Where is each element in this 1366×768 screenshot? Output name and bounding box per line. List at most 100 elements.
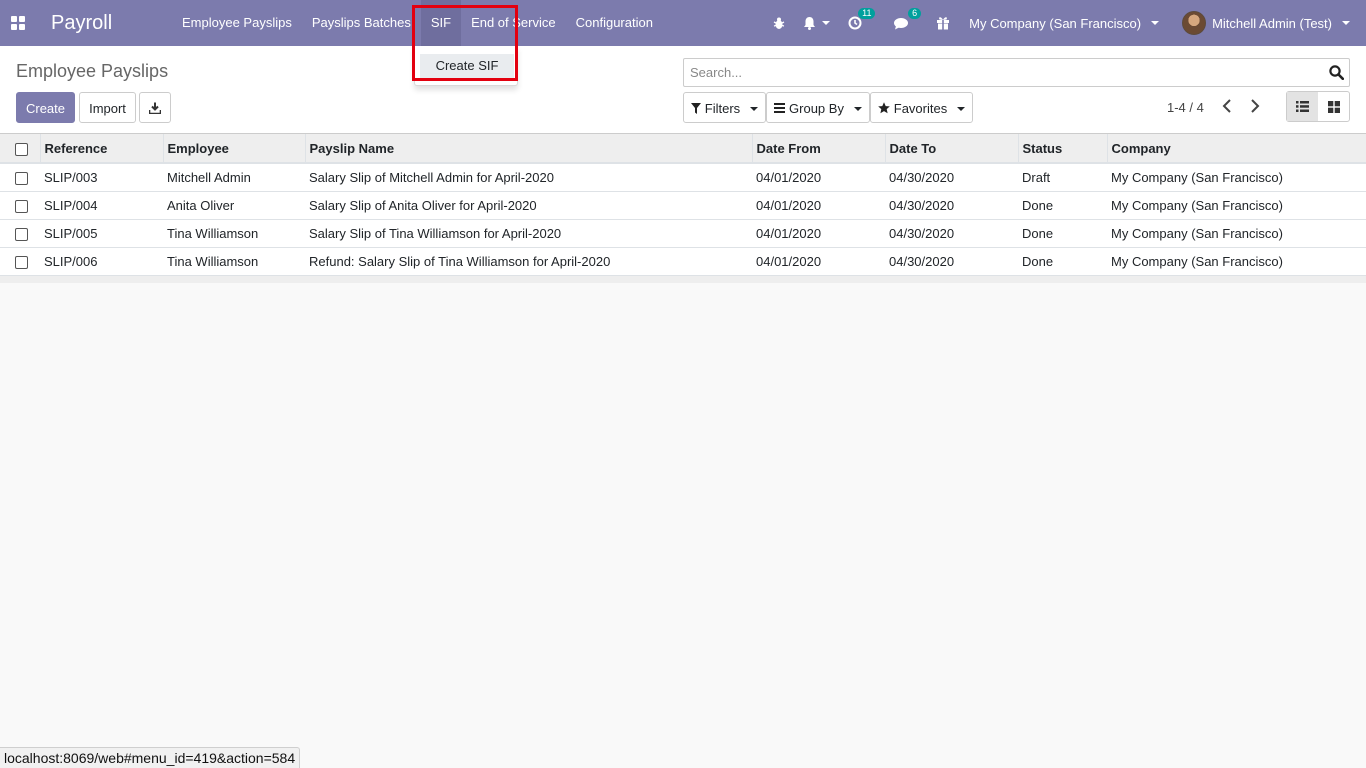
list-view-icon [1296,101,1309,112]
search-icon[interactable] [1329,65,1345,83]
list-view-button[interactable] [1287,92,1318,121]
messages-chat-icon[interactable]: 6 [885,0,927,46]
kanban-view-button[interactable] [1318,92,1349,121]
row-checkbox[interactable] [15,227,28,241]
column-header[interactable]: Payslip Name [304,134,752,163]
cell-reference: SLIP/006 [44,253,98,269]
user-menu[interactable]: Mitchell Admin (Test) [1173,0,1366,46]
cell-date-from: 04/01/2020 [756,225,822,241]
cell-status: Draft [1022,169,1051,185]
cell-employee: Tina Williamson [167,225,259,241]
notification-bell-icon[interactable] [794,0,839,46]
cell-date-from: 04/01/2020 [756,197,822,213]
browser-status-url: localhost:8069/web#menu_id=419&action=58… [0,747,301,768]
pager-value[interactable]: 1-4 / 4 [1167,100,1204,115]
column-header[interactable]: Date From [751,134,885,163]
cell-employee: Tina Williamson [167,253,259,269]
search-box [683,58,1350,87]
view-switcher [1286,91,1350,122]
group-by-label: Group By [789,101,844,116]
select-all-checkbox[interactable] [15,142,28,156]
avatar [1182,11,1207,35]
cell-date-from: 04/01/2020 [756,253,822,269]
select-all-cell [0,134,40,163]
download-button[interactable] [139,92,171,123]
table-header-row: Reference Employee Payslip Name Date Fro… [0,134,1366,163]
cell-status: Done [1022,197,1054,213]
debug-bug-icon[interactable] [764,0,794,46]
column-header[interactable]: Status [1017,134,1107,163]
import-button[interactable]: Import [79,92,136,123]
top-navbar: Payroll Employee Payslips Payslips Batch… [0,0,1366,46]
chevron-down-icon [822,21,831,25]
user-name: Mitchell Admin (Test) [1212,15,1332,31]
payslip-table: Reference Employee Payslip Name Date Fro… [0,134,1366,276]
activity-clock-icon[interactable]: 11 [839,0,885,46]
cell-company: My Company (San Francisco) [1111,197,1283,213]
systray: 11 6 My Company (San Francisco) Mitchell… [764,0,1366,46]
table-footer [0,275,1366,283]
company-name: My Company (San Francisco) [969,15,1142,31]
cell-reference: SLIP/003 [44,169,98,185]
kanban-view-icon [1327,100,1340,113]
pager-previous-icon[interactable] [1222,99,1232,116]
company-switcher[interactable]: My Company (San Francisco) [959,0,1173,46]
cell-employee: Anita Oliver [167,197,235,213]
menu-configuration[interactable]: Configuration [566,0,663,46]
cell-date-to: 04/30/2020 [889,225,955,241]
messages-count-badge: 6 [908,8,922,19]
row-select-cell [0,247,40,275]
gift-icon[interactable] [927,0,959,46]
activity-count-badge: 11 [858,8,876,19]
menu-employee-payslips[interactable]: Employee Payslips [172,0,302,46]
table-row[interactable]: SLIP/005 Tina Williamson Salary Slip of … [0,219,1366,247]
column-header[interactable]: Reference [39,134,163,163]
cell-status: Done [1022,253,1054,269]
table-row[interactable]: SLIP/006 Tina Williamson Refund: Salary … [0,247,1366,275]
cell-payslip-name: Salary Slip of Tina Williamson for April… [309,225,562,241]
cell-payslip-name: Refund: Salary Slip of Tina Williamson f… [309,253,611,269]
cell-date-to: 04/30/2020 [889,197,955,213]
cell-date-to: 04/30/2020 [889,253,955,269]
table-row[interactable]: SLIP/004 Anita Oliver Salary Slip of Ani… [0,191,1366,219]
chevron-down-icon [956,107,965,111]
table-row[interactable]: SLIP/003 Mitchell Admin Salary Slip of M… [0,163,1366,191]
cell-reference: SLIP/005 [44,225,98,241]
menu-payslips-batches[interactable]: Payslips Batches [302,0,421,46]
apps-menu-icon[interactable] [0,0,36,46]
highlight-box [412,5,518,81]
row-select-cell [0,191,40,219]
chevron-down-icon [749,107,758,111]
row-checkbox[interactable] [15,255,28,269]
filters-label: Filters [704,101,741,116]
filters-button[interactable]: Filters [683,92,766,123]
column-header[interactable]: Employee [162,134,305,163]
app-title[interactable]: Payroll [51,12,159,35]
cell-company: My Company (San Francisco) [1111,169,1283,185]
list-icon [774,103,786,113]
cell-payslip-name: Salary Slip of Mitchell Admin for April-… [309,169,554,185]
column-header[interactable]: Company [1106,134,1366,163]
page-title: Employee Payslips [16,61,169,81]
group-by-button[interactable]: Group By [766,92,870,123]
favorites-label: Favorites [893,101,948,116]
favorites-button[interactable]: Favorites [870,92,973,123]
download-icon [148,102,162,115]
cell-company: My Company (San Francisco) [1111,225,1283,241]
pager-next-icon[interactable] [1250,99,1260,116]
row-checkbox[interactable] [15,199,28,213]
column-header[interactable]: Date To [884,134,1018,163]
create-button[interactable]: Create [16,92,75,123]
cell-company: My Company (San Francisco) [1111,253,1283,269]
chevron-down-icon [1342,21,1350,25]
cell-date-to: 04/30/2020 [889,169,955,185]
cell-reference: SLIP/004 [44,197,98,213]
payslip-list: Reference Employee Payslip Name Date Fro… [0,134,1366,283]
row-select-cell [0,219,40,247]
control-panel: Employee Payslips Create Import Filters … [0,46,1366,134]
row-select-cell [0,163,40,191]
cell-payslip-name: Salary Slip of Anita Oliver for April-20… [309,197,537,213]
search-input[interactable] [684,59,1314,86]
row-checkbox[interactable] [15,171,28,185]
chevron-down-icon [1151,21,1160,25]
